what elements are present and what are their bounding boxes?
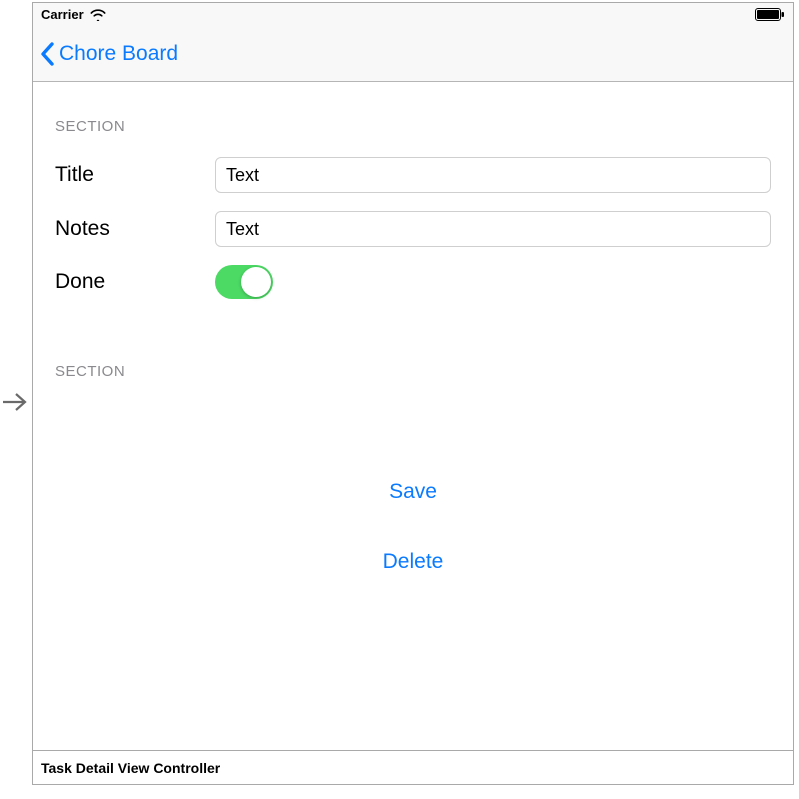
done-switch[interactable] — [215, 265, 273, 299]
title-row: Title — [55, 157, 771, 193]
section-1-header: SECTION — [55, 118, 771, 135]
navigation-bar: Chore Board — [33, 26, 793, 82]
done-label: Done — [55, 270, 215, 294]
battery-icon — [755, 8, 785, 21]
status-bar: Carrier — [33, 3, 793, 26]
actions: Save Delete — [55, 480, 771, 574]
wifi-icon — [90, 9, 106, 21]
back-button[interactable]: Chore Board — [39, 41, 178, 67]
save-button[interactable]: Save — [389, 480, 437, 504]
title-input[interactable] — [215, 157, 771, 193]
carrier-label: Carrier — [41, 7, 84, 22]
notes-label: Notes — [55, 217, 215, 241]
back-label: Chore Board — [59, 42, 178, 66]
title-label: Title — [55, 163, 215, 187]
form-content: SECTION Title Notes Done SECTION Save De… — [33, 82, 793, 750]
notes-row: Notes — [55, 211, 771, 247]
chevron-left-icon — [39, 41, 57, 67]
segue-arrow-icon — [2, 388, 28, 420]
switch-knob — [241, 267, 271, 297]
delete-button[interactable]: Delete — [383, 550, 444, 574]
device-frame: Carrier Chore Boar — [32, 2, 794, 785]
done-row: Done — [55, 265, 771, 299]
scene-name-label: Task Detail View Controller — [41, 760, 220, 776]
section-2-header: SECTION — [55, 363, 771, 380]
scene-footer: Task Detail View Controller — [33, 750, 793, 784]
notes-input[interactable] — [215, 211, 771, 247]
